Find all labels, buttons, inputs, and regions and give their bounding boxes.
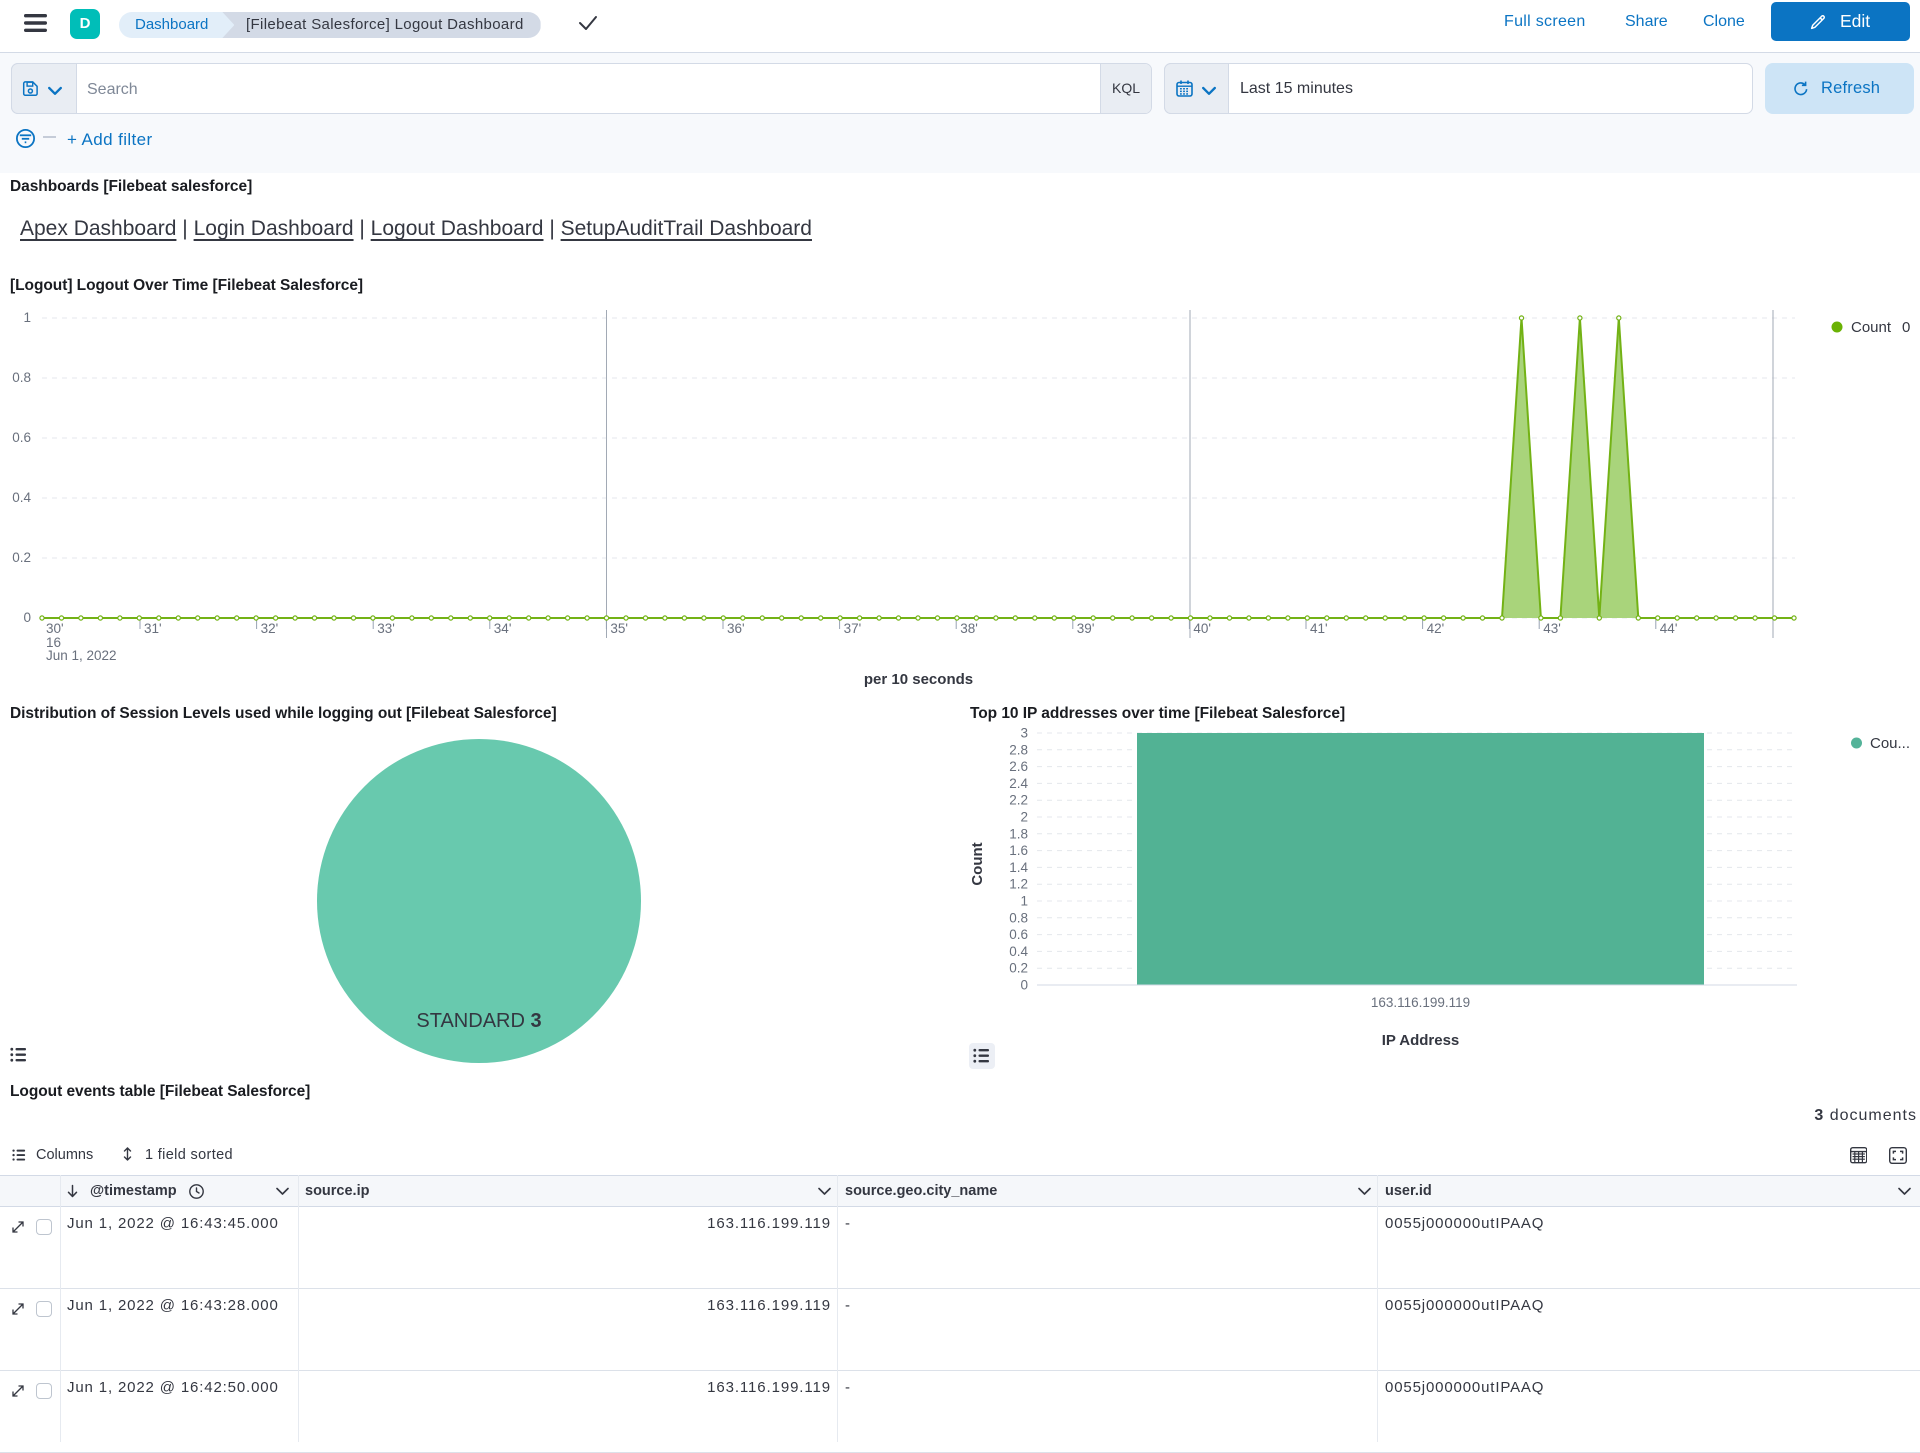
- svg-text:41': 41': [1310, 621, 1328, 636]
- svg-text:163.116.199.119: 163.116.199.119: [1371, 995, 1470, 1010]
- svg-text:0: 0: [1020, 978, 1028, 993]
- svg-text:32': 32': [261, 621, 279, 636]
- svg-text:35': 35': [610, 621, 628, 636]
- svg-text:1: 1: [1020, 894, 1028, 909]
- svg-text:2.2: 2.2: [1009, 793, 1028, 808]
- svg-text:42': 42': [1427, 621, 1445, 636]
- svg-text:0: 0: [1902, 319, 1910, 336]
- svg-text:2.6: 2.6: [1009, 759, 1028, 774]
- svg-text:Jun 1, 2022: Jun 1, 2022: [46, 648, 117, 663]
- svg-text:1.4: 1.4: [1009, 860, 1028, 875]
- svg-text:1.8: 1.8: [1009, 826, 1028, 841]
- svg-text:40': 40': [1193, 621, 1211, 636]
- svg-text:0: 0: [23, 610, 31, 625]
- svg-text:2.4: 2.4: [1009, 776, 1028, 791]
- svg-text:3: 3: [1020, 726, 1028, 741]
- svg-text:31': 31': [144, 621, 162, 636]
- svg-text:36': 36': [727, 621, 745, 636]
- svg-text:34': 34': [494, 621, 512, 636]
- svg-text:30': 30': [46, 621, 64, 636]
- svg-text:1.6: 1.6: [1009, 843, 1028, 858]
- svg-text:IP Address: IP Address: [1382, 1032, 1460, 1049]
- svg-text:44': 44': [1660, 621, 1678, 636]
- svg-text:0.6: 0.6: [1009, 927, 1028, 942]
- svg-text:43': 43': [1543, 621, 1561, 636]
- svg-text:0.2: 0.2: [12, 550, 31, 565]
- svg-text:0.4: 0.4: [1009, 944, 1028, 959]
- svg-text:Cou...: Cou...: [1870, 735, 1910, 752]
- svg-text:0.8: 0.8: [12, 370, 31, 385]
- svg-text:2.8: 2.8: [1009, 742, 1028, 757]
- svg-text:38': 38': [960, 621, 978, 636]
- svg-text:Count: Count: [1851, 319, 1892, 336]
- svg-text:39': 39': [1077, 621, 1095, 636]
- svg-text:0.8: 0.8: [1009, 910, 1028, 925]
- svg-text:0.2: 0.2: [1009, 961, 1028, 976]
- svg-text:Count: Count: [969, 842, 986, 885]
- svg-text:0.4: 0.4: [12, 490, 31, 505]
- svg-text:1.2: 1.2: [1009, 877, 1028, 892]
- svg-text:33': 33': [377, 621, 395, 636]
- svg-text:1: 1: [23, 310, 31, 325]
- svg-text:2: 2: [1020, 810, 1028, 825]
- svg-text:37': 37': [844, 621, 862, 636]
- svg-text:0.6: 0.6: [12, 430, 31, 445]
